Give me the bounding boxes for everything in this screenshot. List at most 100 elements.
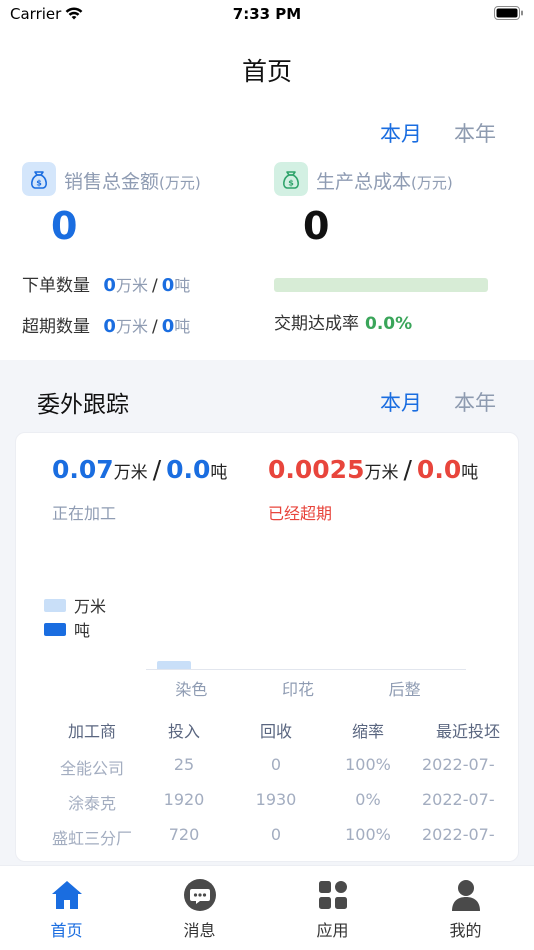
sales-total-label-text: 销售总金额: [64, 171, 160, 193]
tab-profile-label: 我的: [449, 921, 482, 940]
delivery-rate-value: 0.0%: [365, 314, 413, 334]
overdue-caption: 已经超期: [268, 504, 333, 523]
processing-tons-unit: 吨: [210, 463, 228, 483]
overview-tab-month[interactable]: 本月: [364, 118, 438, 148]
outsource-period-tabs: 本月 本年: [364, 387, 512, 417]
bar-meters-0[interactable]: [157, 661, 192, 669]
table-cell: 25: [173, 755, 195, 774]
tab-messages-label: 消息: [183, 921, 216, 940]
overdue-tons-value: 0.0: [416, 455, 462, 484]
table-header[interactable]: 投入: [168, 718, 200, 742]
table-cell: 1920: [163, 790, 205, 809]
overdue-quantity-tons: 0: [161, 316, 175, 337]
processing-meters-unit: 万米: [113, 463, 148, 483]
legend-label-tons: 吨: [74, 621, 91, 640]
outsource-section-title: 委外跟踪: [37, 392, 129, 418]
overdue-metric[interactable]: 0.0025万米/0.0吨: [268, 455, 478, 484]
legend-label-meters: 万米: [74, 597, 107, 616]
overview-tab-year[interactable]: 本年: [438, 118, 512, 148]
legend-item-meters[interactable]: 万米: [44, 593, 106, 617]
processing-metric[interactable]: 0.07万米/0.0吨: [52, 455, 227, 484]
overdue-quantity-label: 超期数量: [22, 317, 90, 337]
outsource-tab-year[interactable]: 本年: [438, 387, 512, 417]
table-cell: 1930: [255, 790, 297, 809]
table-cell: 全能公司: [59, 759, 125, 778]
outsource-tab-month[interactable]: 本月: [364, 387, 438, 417]
money-bag-icon: $: [274, 162, 308, 196]
delivery-rate-label: 交期达成率: [274, 314, 359, 334]
tab-home[interactable]: 首页: [0, 866, 133, 950]
production-cost-label-text: 生产总成本: [316, 171, 412, 193]
table-cell: 0: [270, 755, 282, 774]
overdue-separator: /: [403, 455, 412, 484]
tab-home-label: 首页: [50, 921, 83, 940]
x-tick-label: 染色: [175, 680, 208, 699]
order-quantity-tons-unit: 吨: [174, 276, 191, 295]
overdue-quantity-separator: /: [151, 317, 158, 337]
legend-swatch-meters: [44, 598, 66, 612]
processing-caption: 正在加工: [52, 504, 117, 523]
table-cell: 2022-07-: [422, 755, 495, 774]
tab-profile[interactable]: 我的: [399, 866, 532, 950]
table-cell: 100%: [345, 825, 391, 844]
money-bag-icon: $: [22, 162, 56, 196]
delivery-rate-row: 交期达成率 0.0%: [274, 309, 412, 334]
sales-total-unit: (万元): [159, 174, 201, 192]
order-quantity-meters-unit: 万米: [115, 276, 148, 295]
overdue-quantity-tons-unit: 吨: [174, 317, 191, 336]
chart-x-axis: [146, 669, 466, 670]
message-icon: [183, 879, 216, 911]
overdue-quantity-meters: 0: [103, 316, 116, 337]
tab-apps-label: 应用: [316, 921, 349, 940]
outsource-card: 0.07万米/0.0吨 正在加工 0.0025万米/0.0吨 已经超期 万米 吨…: [15, 432, 519, 862]
overdue-quantity-meters-unit: 万米: [115, 317, 148, 336]
order-quantity-meters: 0: [103, 275, 116, 296]
order-quantity-tons: 0: [161, 275, 175, 296]
bottom-tab-bar: 首页 消息 应用 我的: [0, 865, 534, 950]
svg-text:$: $: [288, 179, 294, 188]
table-header[interactable]: 加工商: [68, 718, 116, 742]
delivery-rate-progress: [274, 278, 488, 292]
processing-meters-value: 0.07: [52, 455, 114, 484]
table-cell: 100%: [345, 755, 391, 774]
overview-period-tabs: 本月 本年: [364, 118, 512, 148]
legend-swatch-tons: [44, 622, 66, 636]
svg-text:$: $: [36, 179, 42, 188]
order-quantity-label: 下单数量: [22, 276, 90, 296]
sales-total-label: 销售总金额(万元): [64, 167, 201, 194]
overdue-meters-unit: 万米: [364, 463, 399, 483]
apps-icon: [318, 881, 347, 909]
table-header[interactable]: 最近投坯: [436, 718, 500, 742]
table-cell: 涂泰克: [67, 794, 117, 813]
order-quantity-row: 下单数量 0万米/0吨: [22, 271, 190, 296]
table-header[interactable]: 缩率: [352, 718, 384, 742]
status-bar: Carrier 7:33 PM: [0, 0, 534, 30]
legend-item-tons[interactable]: 吨: [44, 617, 90, 641]
table-cell: 盛虹三分厂: [51, 829, 133, 848]
order-quantity-separator: /: [151, 276, 158, 296]
table-header[interactable]: 回收: [260, 718, 292, 742]
battery-icon: [494, 6, 523, 20]
production-cost-value: 0: [303, 204, 330, 248]
table-cell: 720: [168, 825, 200, 844]
table-cell: 0%: [355, 790, 381, 809]
overdue-quantity-row: 超期数量 0万米/0吨: [22, 312, 190, 337]
x-tick-label: 印花: [281, 680, 314, 699]
table-cell: 0: [270, 825, 282, 844]
page-title: 首页: [241, 57, 292, 86]
table-cell: 2022-07-: [422, 825, 495, 844]
home-icon: [51, 881, 82, 909]
tab-apps[interactable]: 应用: [266, 866, 399, 950]
table-cell: 2022-07-: [422, 790, 495, 809]
production-cost-unit: (万元): [411, 174, 453, 192]
production-cost-label: 生产总成本(万元): [316, 167, 453, 194]
overdue-tons-unit: 吨: [461, 463, 479, 483]
sales-total-value: 0: [51, 204, 78, 248]
x-tick-label: 后整: [388, 680, 421, 699]
processing-separator: /: [152, 455, 162, 484]
processing-tons-value: 0.0: [166, 455, 211, 484]
profile-icon: [451, 880, 480, 911]
tab-messages[interactable]: 消息: [133, 866, 266, 950]
clock-time: 7:33 PM: [232, 5, 302, 23]
overdue-meters-value: 0.0025: [268, 455, 365, 484]
